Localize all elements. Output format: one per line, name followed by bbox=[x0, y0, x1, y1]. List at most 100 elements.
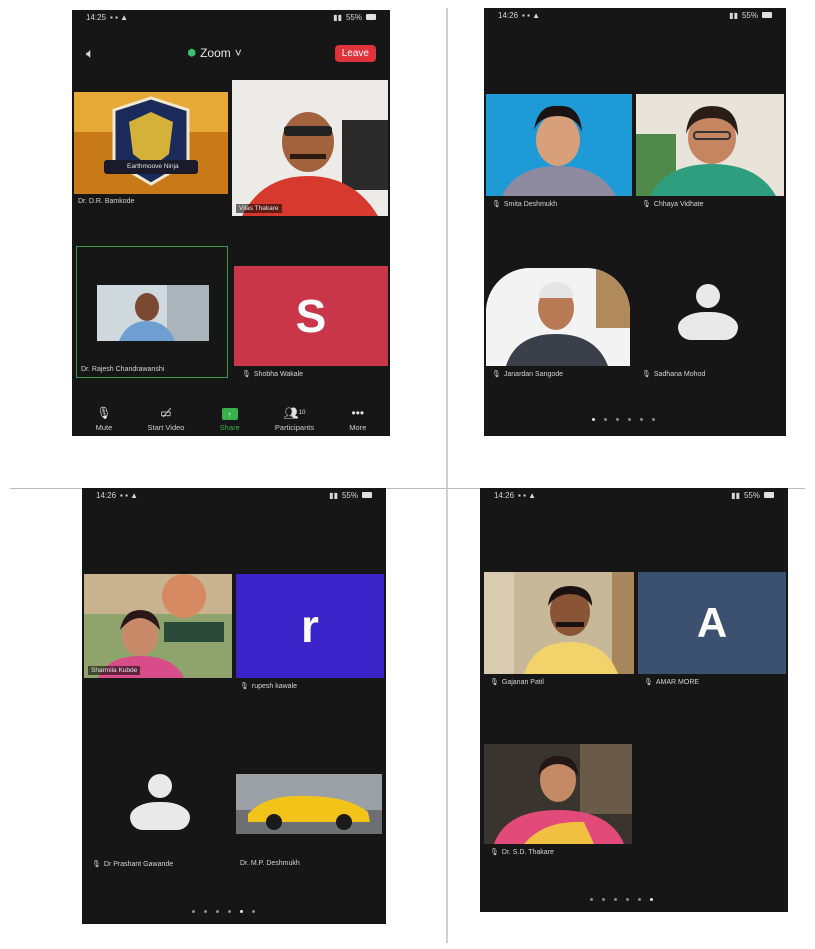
participant-tile[interactable]: S bbox=[234, 266, 388, 366]
participant-video bbox=[97, 285, 209, 341]
participant-tile[interactable]: A bbox=[638, 572, 786, 674]
battery-icon bbox=[762, 12, 772, 18]
participant-name: Chhaya Vidhate bbox=[653, 200, 704, 208]
participant-tile[interactable] bbox=[486, 268, 630, 366]
status-bar: 14:26 ▪ ▪ ▲ ▮▮ 55% bbox=[480, 488, 788, 502]
meeting-toolbar: 🎙︎ Mute ▭̸ Start Video ↑ Share 👥︎ 10 Particip… bbox=[72, 406, 390, 432]
participant-name: Vilas Thakare bbox=[236, 204, 282, 213]
participant-label: 🎙︎ rupesh kawale bbox=[240, 682, 298, 691]
participant-name: Shobha Wakale bbox=[253, 370, 304, 378]
participant-tile[interactable] bbox=[486, 94, 632, 196]
participant-label: 🎙︎ Shobha Wakale bbox=[242, 370, 304, 379]
participant-video bbox=[484, 572, 634, 674]
participant-tile[interactable]: Vilas Thakare bbox=[232, 80, 388, 216]
share-button[interactable]: ↑ Share bbox=[220, 408, 240, 432]
participant-tile[interactable]: r bbox=[236, 574, 384, 678]
avatar-initial: A bbox=[696, 599, 728, 646]
meeting-title-label: Zoom bbox=[200, 46, 231, 60]
page-indicator bbox=[590, 898, 653, 901]
participant-name: Janardan Sangode bbox=[503, 370, 564, 378]
status-time: 14:26 bbox=[494, 490, 515, 500]
participant-name: Gajanan Patil bbox=[501, 678, 544, 686]
video-off-icon: ▭̸ bbox=[160, 406, 172, 420]
participant-tile[interactable] bbox=[484, 744, 632, 844]
page-indicator bbox=[192, 910, 255, 913]
notification-icons: ▪ ▪ ▲ bbox=[518, 490, 537, 500]
participant-video bbox=[484, 744, 632, 844]
screen-1: 14:25 ▪ ▪ ▲ ▮▮ 55% 🔈︎ ⬢ Zoom ˅ Leave Earthmo… bbox=[72, 10, 390, 436]
participant-label: 🎙︎ Smita Deshmukh bbox=[492, 200, 557, 209]
participant-tile[interactable]: Sharmila Kubde bbox=[84, 574, 232, 678]
mic-muted-icon: 🎙︎ bbox=[492, 201, 501, 208]
mic-muted-icon: 🎙︎ bbox=[92, 861, 101, 868]
battery-level: 55% bbox=[345, 12, 362, 22]
participant-name: Sadhana Mohod bbox=[653, 370, 706, 378]
screen-4: 14:26 ▪ ▪ ▲ ▮▮ 55% 🎙︎ Gajanan Patil A 🎙︎ AMA… bbox=[480, 488, 788, 912]
participant-name: Sharmila Kubde bbox=[88, 666, 141, 675]
status-bar: 14:26 ▪ ▪ ▲ ▮▮ 55% bbox=[484, 8, 786, 22]
participant-label: 🎙︎ Chhaya Vidhate bbox=[642, 200, 704, 209]
participant-label: 🎙︎ Dr. S.D. Thakare bbox=[490, 848, 554, 857]
mic-muted-icon: 🎙︎ bbox=[240, 683, 249, 690]
signal-icon: ▮▮ bbox=[329, 490, 338, 500]
battery-level: 55% bbox=[341, 490, 358, 500]
battery-level: 55% bbox=[743, 490, 760, 500]
microphone-icon: 🎙︎ bbox=[96, 406, 112, 420]
battery-icon bbox=[362, 492, 372, 498]
participant-label: 🎙︎ Sadhana Mohod bbox=[642, 370, 706, 379]
share-screen-icon: ↑ bbox=[221, 408, 238, 420]
status-bar: 14:26 ▪ ▪ ▲ ▮▮ 55% bbox=[82, 488, 386, 502]
page-indicator bbox=[592, 418, 655, 421]
participant-tile[interactable] bbox=[236, 774, 382, 834]
participant-tile[interactable] bbox=[484, 572, 634, 674]
screen-3: 14:26 ▪ ▪ ▲ ▮▮ 55% Sharmila Kubde r 🎙︎ rupe… bbox=[82, 488, 386, 924]
logo-text: Earthmoove Ninja bbox=[127, 163, 179, 170]
mute-button[interactable]: 🎙︎ Mute bbox=[96, 406, 113, 432]
mic-muted-icon: 🎙︎ bbox=[490, 849, 499, 856]
status-time: 14:26 bbox=[96, 490, 117, 500]
chevron-down-icon: ˅ bbox=[234, 46, 242, 60]
default-avatar-icon bbox=[670, 284, 746, 344]
participant-name: Dr. Rajesh Chandrawanshi bbox=[81, 366, 165, 373]
notification-icons: ▪ ▪ ▲ bbox=[110, 12, 129, 22]
participant-name: Dr Prashant Gawande bbox=[103, 860, 174, 868]
participant-tile[interactable] bbox=[636, 94, 784, 196]
participant-name: Dr. S.D. Thakare bbox=[501, 848, 554, 856]
participant-label: Dr. M.P. Deshmukh bbox=[240, 860, 300, 867]
mic-muted-icon: 🎙︎ bbox=[644, 679, 653, 686]
notification-icons: ▪ ▪ ▲ bbox=[120, 490, 139, 500]
avatar-initial: r bbox=[301, 600, 319, 652]
participant-name: Dr. D.R. Bamkode bbox=[78, 198, 135, 205]
participants-icon: 👥︎ 10 bbox=[283, 406, 306, 420]
participant-name: rupesh kawale bbox=[251, 682, 298, 690]
signal-icon: ▮▮ bbox=[333, 12, 342, 22]
panel-divider-vertical bbox=[446, 8, 448, 943]
meeting-topbar: 🔈︎ ⬢ Zoom ˅ Leave bbox=[72, 40, 390, 66]
screen-2: 14:26 ▪ ▪ ▲ ▮▮ 55% 🎙︎ Smita Deshmukh 🎙︎ Chha… bbox=[484, 8, 786, 436]
signal-icon: ▮▮ bbox=[729, 10, 738, 20]
status-time: 14:26 bbox=[498, 10, 519, 20]
speaker-icon[interactable]: 🔈︎ bbox=[86, 45, 94, 62]
meeting-title[interactable]: ⬢ Zoom ˅ bbox=[187, 46, 241, 60]
leave-button[interactable]: Leave bbox=[334, 44, 376, 62]
default-avatar-icon bbox=[122, 774, 198, 834]
mic-muted-icon: 🎙︎ bbox=[242, 371, 251, 378]
mic-muted-icon: 🎙︎ bbox=[642, 201, 651, 208]
participant-label: 🎙︎ Dr Prashant Gawande bbox=[92, 860, 174, 869]
encryption-shield-icon: ⬢ bbox=[187, 47, 197, 59]
participant-name: AMAR MORE bbox=[655, 678, 700, 686]
participant-label: 🎙︎ AMAR MORE bbox=[644, 678, 700, 687]
avatar-initial: S bbox=[295, 290, 327, 342]
participant-label: 🎙︎ Gajanan Patil bbox=[490, 678, 544, 687]
participant-video bbox=[486, 94, 632, 196]
participants-button[interactable]: 👥︎ 10 Participants bbox=[275, 406, 314, 432]
participant-tile[interactable]: Earthmoove Ninja bbox=[74, 92, 228, 194]
signal-icon: ▮▮ bbox=[731, 490, 740, 500]
participant-tile-active-speaker[interactable]: Dr. Rajesh Chandrawanshi bbox=[76, 246, 228, 378]
participant-name: Dr. M.P. Deshmukh bbox=[240, 860, 300, 867]
mic-muted-icon: 🎙︎ bbox=[642, 371, 651, 378]
participant-video bbox=[486, 268, 630, 366]
start-video-button[interactable]: ▭̸ Start Video bbox=[147, 406, 184, 432]
mic-muted-icon: 🎙︎ bbox=[492, 371, 501, 378]
more-button[interactable]: ••• More bbox=[349, 406, 366, 432]
